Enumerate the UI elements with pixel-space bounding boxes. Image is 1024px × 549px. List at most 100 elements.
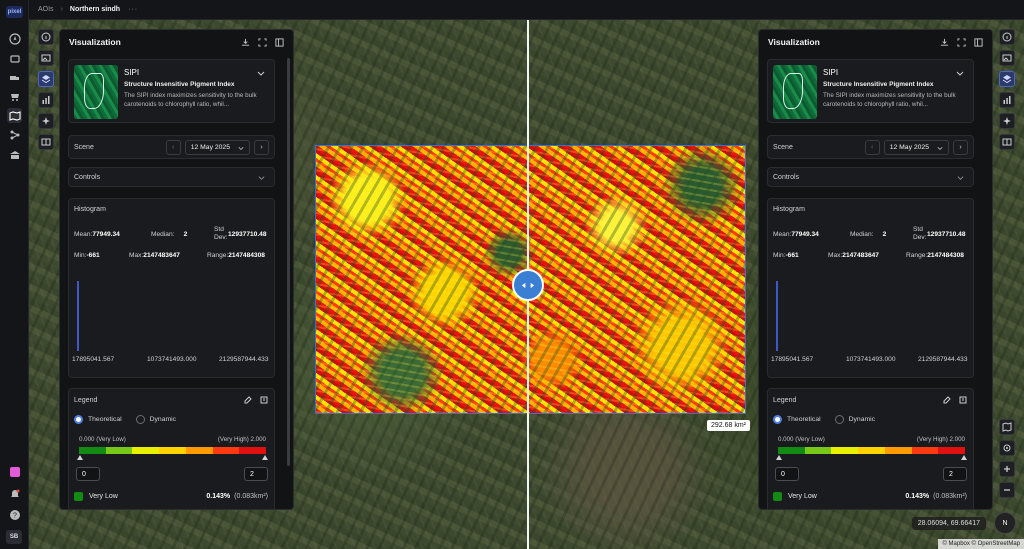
prev-scene-button[interactable]: ‹ [864, 140, 880, 155]
index-description: The SIPI index maximizes sensitivity to … [124, 92, 257, 108]
stat-std-dev: Std Dev: 12937710.48 [913, 226, 966, 241]
layers-tool-icon[interactable] [38, 71, 54, 87]
legend-max-handle[interactable] [961, 455, 967, 460]
legend-ramp-segment [79, 447, 106, 454]
legend-ramp-segment [884, 447, 912, 454]
histogram-axis-min: 17895041.567 [72, 356, 115, 363]
zoom-in-icon[interactable] [999, 461, 1015, 477]
image-tool-icon[interactable] [38, 50, 54, 66]
right-map-toolbar [999, 29, 1015, 150]
north-compass-icon[interactable]: N [994, 512, 1016, 534]
image-tool-icon[interactable] [999, 50, 1015, 66]
legend-color-ramp [79, 447, 267, 454]
network-nav-icon[interactable] [7, 127, 22, 142]
fullscreen-icon[interactable] [258, 37, 267, 47]
scene-date-select[interactable]: 12 May 2025 [883, 140, 949, 155]
index-thumbnail [74, 65, 118, 119]
legend-min-input[interactable]: 0 [775, 467, 799, 481]
cart-nav-icon[interactable] [7, 89, 22, 104]
info-tool-icon[interactable] [38, 29, 54, 45]
chevron-down-icon [937, 146, 943, 150]
next-scene-button[interactable]: › [254, 140, 269, 155]
chart-tool-icon[interactable] [38, 92, 54, 108]
legend-ramp-segment [858, 447, 885, 454]
histogram-card: Histogram Mean:77949.34 Median: 2 Std De… [68, 198, 275, 378]
app-logo[interactable]: pixel [6, 6, 23, 18]
panel-collapse-icon[interactable] [974, 37, 983, 47]
info-tool-icon[interactable] [999, 29, 1015, 45]
legend-high-label: (Very High) 2.000 [916, 436, 965, 443]
export-icon[interactable] [959, 396, 967, 404]
legend-max-input[interactable]: 2 [943, 467, 967, 481]
layers-nav-icon[interactable] [7, 51, 22, 66]
scene-date-select[interactable]: 12 May 2025 [184, 140, 250, 155]
chart-tool-icon[interactable] [999, 92, 1015, 108]
controls-accordion[interactable]: Controls [767, 167, 974, 187]
legend-min-input[interactable]: 0 [76, 467, 100, 481]
legend-color-ramp [778, 447, 966, 454]
index-selector[interactable]: SIPI Structure Insensitive Pigment Index… [68, 59, 275, 123]
legend-max-handle[interactable] [262, 455, 268, 460]
download-icon[interactable] [940, 38, 949, 47]
legend-min-handle[interactable] [77, 455, 83, 460]
sparkle-tool-icon[interactable] [999, 113, 1015, 129]
split-view-icon[interactable] [38, 134, 54, 150]
panel-scrollbar[interactable] [287, 58, 290, 466]
map-nav-icon[interactable] [7, 108, 22, 123]
zoom-out-icon[interactable] [999, 482, 1015, 498]
compare-swipe-handle[interactable] [512, 269, 544, 301]
chevron-down-icon [238, 146, 244, 150]
histogram-bar [77, 281, 79, 351]
app-switch-icon[interactable] [7, 464, 22, 479]
stat-max: Max:2147483647 [129, 252, 180, 259]
legend-ramp-segment [911, 447, 939, 454]
legend-item: Very Low 0.143% (0.083km²) [74, 492, 268, 501]
download-icon[interactable] [241, 38, 250, 47]
cursor-coordinates: 28.06094, 69.66417 [911, 517, 986, 530]
edit-icon[interactable] [943, 396, 951, 404]
compass-nav-icon[interactable] [7, 31, 22, 46]
legend-ramp-segment [831, 447, 859, 454]
index-name: SIPI [124, 68, 140, 77]
index-full-name: Structure Insensitive Pigment Index [823, 81, 934, 88]
panel-header: Visualization [759, 30, 992, 54]
map-style-icon[interactable] [999, 419, 1015, 435]
index-name: SIPI [823, 68, 839, 77]
breadcrumb-root[interactable]: AOIs [38, 6, 54, 13]
building-nav-icon[interactable] [7, 147, 22, 162]
dynamic-radio[interactable]: Dynamic [834, 415, 875, 424]
index-selector[interactable]: SIPI Structure Insensitive Pigment Index… [767, 59, 974, 123]
sparkle-tool-icon[interactable] [38, 113, 54, 129]
legend-ramp-segment [938, 447, 966, 454]
chevron-down-icon[interactable] [956, 69, 964, 77]
notification-icon[interactable] [7, 486, 22, 501]
dynamic-radio[interactable]: Dynamic [135, 415, 176, 424]
more-options-icon[interactable]: ··· [128, 6, 138, 13]
legend-title: Legend [74, 397, 98, 404]
edit-icon[interactable] [244, 396, 252, 404]
layers-tool-icon[interactable] [999, 71, 1015, 87]
export-icon[interactable] [260, 396, 268, 404]
map-attribution[interactable]: © Mapbox © OpenStreetMap [938, 539, 1024, 549]
top-bar: AOIs › Northern sindh ··· [29, 0, 1024, 20]
legend-min-handle[interactable] [776, 455, 782, 460]
prev-scene-button[interactable]: ‹ [165, 140, 181, 155]
next-scene-button[interactable]: › [953, 140, 968, 155]
panel-collapse-icon[interactable] [275, 37, 284, 47]
legend-max-input[interactable]: 2 [244, 467, 268, 481]
theoretical-radio[interactable]: Theoretical [773, 415, 821, 424]
theoretical-radio[interactable]: Theoretical [74, 415, 122, 424]
split-view-icon[interactable] [999, 134, 1015, 150]
stat-mean: Mean:77949.34 [74, 231, 120, 238]
chevron-down-icon[interactable] [257, 69, 265, 77]
stat-max: Max:2147483647 [828, 252, 879, 259]
legend-ramp-segment [159, 447, 186, 454]
locate-icon[interactable] [999, 440, 1015, 456]
help-icon[interactable]: ? [7, 507, 22, 522]
truck-nav-icon[interactable] [7, 70, 22, 85]
legend-title: Legend [773, 397, 797, 404]
legend-low-label: 0.000 (Very Low) [79, 436, 126, 443]
user-avatar[interactable]: SB [6, 530, 22, 544]
controls-accordion[interactable]: Controls [68, 167, 275, 187]
fullscreen-icon[interactable] [957, 37, 966, 47]
